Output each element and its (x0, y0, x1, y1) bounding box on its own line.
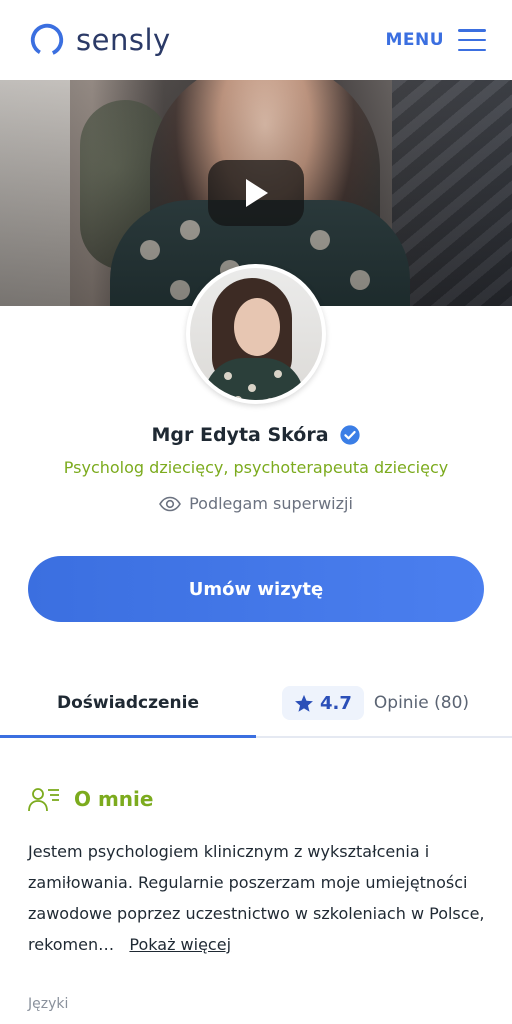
menu-button[interactable]: MENU (385, 29, 486, 51)
about-title: O mnie (74, 787, 154, 811)
star-icon (295, 694, 313, 712)
show-more-link[interactable]: Pokaż więcej (129, 935, 231, 954)
eye-icon (159, 496, 182, 511)
profile-tabs: Doświadczenie 4.7 Opinie (80) (0, 668, 512, 738)
about-text-content: Jestem psychologiem klinicznym z wykszta… (28, 842, 485, 954)
profile-name-row: Mgr Edyta Skóra (0, 424, 512, 446)
about-text: Jestem psychologiem klinicznym z wykszta… (28, 836, 488, 960)
person-list-icon (28, 788, 59, 812)
avatar (186, 264, 326, 404)
sensly-logo-icon (30, 23, 64, 57)
tab-experience[interactable]: Doświadczenie (0, 668, 256, 738)
supervision-row: Podlegam superwizji (0, 494, 512, 513)
logo[interactable]: sensly (28, 21, 171, 59)
languages-heading: Języki (28, 996, 69, 1012)
avatar-photo (190, 268, 322, 400)
rating-badge: 4.7 (282, 686, 364, 720)
about-header: O mnie (28, 786, 153, 812)
tab-reviews-label: Opinie (80) (373, 693, 470, 713)
play-button[interactable] (208, 160, 304, 226)
tab-reviews[interactable]: 4.7 Opinie (80) (282, 668, 469, 738)
supervision-label: Podlegam superwizji (189, 494, 353, 513)
play-icon (246, 179, 268, 207)
book-visit-button[interactable]: Umów wizytę (28, 556, 484, 622)
rating-value: 4.7 (320, 692, 352, 714)
top-header: sensly MENU (0, 0, 512, 80)
tab-experience-label: Doświadczenie (56, 693, 200, 713)
menu-label: MENU (385, 30, 444, 50)
active-tab-indicator (0, 735, 256, 738)
profile-specialty: Psycholog dziecięcy, psychoterapeuta dzi… (63, 458, 449, 477)
hamburger-icon (458, 29, 486, 51)
logo-text: sensly (76, 23, 171, 57)
verified-check-icon (339, 425, 360, 445)
profile-name: Mgr Edyta Skóra (151, 424, 329, 446)
